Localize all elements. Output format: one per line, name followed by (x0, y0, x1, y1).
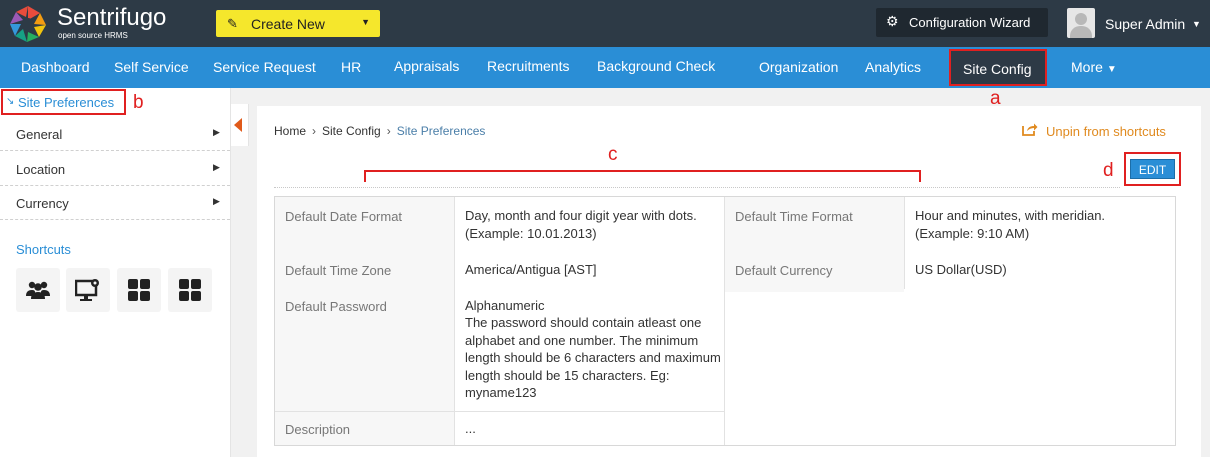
breadcrumb-site-preferences: Site Preferences (396, 124, 486, 138)
sidebar-item-label: Currency (16, 196, 69, 211)
sidebar-item-location[interactable]: Location ▶ (0, 152, 230, 186)
configuration-wizard-button[interactable]: ⚙ Configuration Wizard (876, 8, 1048, 37)
edit-button[interactable]: EDIT (1130, 159, 1175, 179)
caret-right-icon: ▶ (213, 162, 220, 172)
top-bar: Sentrifugo open source HRMS ✎ Create New… (0, 0, 1210, 47)
breadcrumb-home[interactable]: Home (274, 124, 306, 138)
nav-organization[interactable]: Organization (759, 59, 838, 75)
password-description: The password should contain atleast one … (465, 315, 721, 400)
date-format-label: Default Date Format (285, 209, 403, 224)
shortcut-site-config[interactable] (66, 268, 110, 312)
avatar[interactable] (1067, 8, 1095, 38)
triangle-left-icon (234, 118, 242, 132)
grid-icon (128, 279, 150, 301)
create-new-button[interactable]: ✎ Create New ▼ (216, 10, 380, 37)
shortcuts-title: Shortcuts (16, 242, 71, 257)
breadcrumb-site-config[interactable]: Site Config (322, 124, 381, 138)
breadcrumb: Home › Site Config › Site Preferences (274, 124, 486, 138)
brand-subtitle: open source HRMS (58, 31, 128, 40)
main-nav: Dashboard Self Service Service Request H… (0, 47, 1210, 88)
sidebar-item-general[interactable]: General ▶ (0, 117, 230, 151)
time-format-label: Default Time Format (735, 209, 853, 224)
nav-analytics[interactable]: Analytics (865, 59, 921, 75)
annotation-b: b (133, 92, 144, 113)
nav-recruitments[interactable]: Recruitments (487, 58, 569, 74)
shortcut-grid-1[interactable] (117, 268, 161, 312)
nav-more-label: More (1071, 59, 1103, 75)
brand-name: Sentrifugo (57, 4, 167, 31)
sentrifugo-logo-icon (10, 6, 46, 42)
sidebar: ↘ Site Preferences General ▶ Location ▶ … (0, 88, 231, 457)
monitor-settings-icon (75, 279, 99, 301)
annotation-c: c (608, 144, 618, 165)
gears-icon: ⚙ (886, 13, 899, 29)
configuration-wizard-label: Configuration Wizard (909, 15, 1031, 30)
caret-right-icon: ▶ (213, 196, 220, 206)
unpin-shortcut-link[interactable]: Unpin from shortcuts (1022, 123, 1166, 139)
sidebar-item-label: Location (16, 162, 66, 177)
shortcut-grid-2[interactable] (168, 268, 212, 312)
collapse-sidebar-button[interactable] (231, 104, 249, 146)
sidebar-item-currency[interactable]: Currency ▶ (0, 186, 230, 220)
caret-down-icon: ▼ (361, 17, 370, 27)
nav-self-service[interactable]: Self Service (114, 59, 189, 75)
description-label: Description (285, 422, 351, 437)
password-label: Default Password (285, 299, 387, 314)
unpin-label: Unpin from shortcuts (1046, 124, 1166, 139)
timezone-label: Default Time Zone (285, 263, 392, 278)
caret-right-icon: ▶ (213, 127, 220, 137)
nav-site-config[interactable]: Site Config (949, 49, 1047, 86)
grid-icon (179, 279, 201, 301)
description-value: ... (465, 421, 476, 436)
shortcut-employees[interactable] (16, 268, 60, 312)
nav-site-config-label: Site Config (963, 61, 1032, 77)
nav-appraisals[interactable]: Appraisals (394, 58, 459, 74)
nav-dashboard[interactable]: Dashboard (21, 59, 90, 75)
pencil-icon: ✎ (227, 16, 238, 31)
currency-value: US Dollar(USD) (915, 262, 1007, 277)
divider (274, 187, 1120, 188)
caret-down-icon[interactable]: ▼ (1192, 19, 1201, 29)
date-format-value: Day, month and four digit year with dots… (465, 208, 697, 241)
currency-label: Default Currency (735, 263, 833, 278)
user-menu-name[interactable]: Super Admin (1105, 16, 1185, 32)
nav-background-check[interactable]: Background Check (597, 58, 715, 74)
timezone-value: America/Antigua [AST] (465, 262, 597, 277)
nav-hr[interactable]: HR (341, 59, 361, 75)
site-preferences-details: Default Date Format Day, month and four … (274, 196, 1176, 446)
nav-more[interactable]: More ▼ (1071, 59, 1117, 75)
arrow-down-right-icon: ↘ (6, 96, 15, 107)
caret-down-icon: ▼ (1106, 64, 1117, 75)
password-value: Alphanumeric (465, 298, 545, 313)
sidebar-item-label: General (16, 127, 63, 142)
nav-service-request[interactable]: Service Request (213, 59, 316, 75)
sidebar-site-preferences[interactable]: ↘ Site Preferences (1, 89, 126, 115)
unpin-icon (1022, 123, 1038, 136)
time-format-value: Hour and minutes, with meridian. (Exampl… (915, 208, 1106, 241)
annotation-bracket (364, 170, 921, 182)
annotation-d: d (1103, 160, 1114, 181)
create-new-label: Create New (251, 16, 325, 32)
sidebar-toggle-strip (231, 88, 249, 457)
edit-highlight: EDIT (1124, 152, 1181, 186)
sidebar-site-preferences-label: Site Preferences (18, 95, 115, 110)
users-icon (26, 281, 50, 299)
annotation-a: a (990, 88, 1001, 109)
